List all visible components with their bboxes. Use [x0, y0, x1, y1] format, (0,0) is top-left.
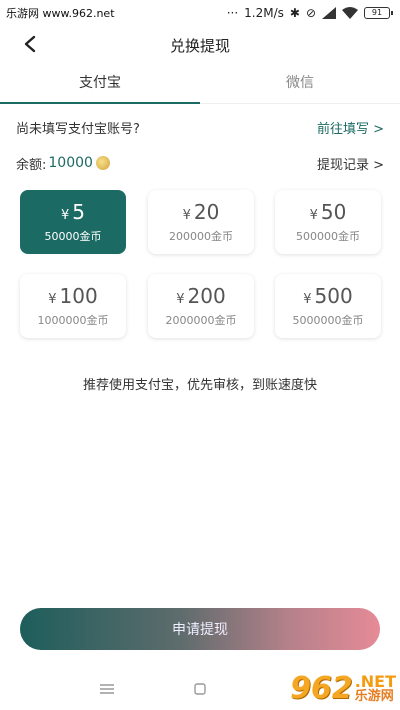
- amount-value: ¥50: [309, 200, 347, 224]
- coin-cost: 200000金币: [169, 230, 233, 243]
- amount-option-20[interactable]: ¥20 200000金币: [148, 190, 254, 254]
- mute-icon: ⊘: [305, 6, 316, 20]
- amount-option-500[interactable]: ¥500 5000000金币: [275, 274, 381, 338]
- amount-value: ¥20: [182, 200, 220, 224]
- amount-value: ¥200: [176, 284, 226, 308]
- amount-option-100[interactable]: ¥100 1000000金币: [20, 274, 126, 338]
- status-bar: 乐游网 www.962.net ··· 1.2M/s ✱ ⊘ 91: [0, 0, 400, 26]
- recommendation-hint: 推荐使用支付宝，优先审核，到账速度快: [82, 378, 317, 393]
- amount-option-50[interactable]: ¥50 500000金币: [275, 190, 381, 254]
- page-title: 兑换提现: [169, 36, 230, 55]
- coin-icon: [95, 156, 110, 170]
- fill-account-link[interactable]: 前往填写 >: [317, 118, 384, 137]
- status-icons: ··· 1.2M/s ✱ ⊘ 91: [226, 6, 393, 20]
- coin-cost: 2000000金币: [165, 314, 237, 327]
- watermark-text: 乐游网 www.962.net: [6, 7, 115, 20]
- tab-wechat[interactable]: 微信: [200, 64, 400, 103]
- home-nav-button[interactable]: [185, 679, 215, 699]
- dots-icon: ···: [226, 6, 239, 20]
- balance: 余额: 10000: [16, 154, 110, 173]
- amount-value: ¥5: [60, 200, 85, 224]
- menu-nav-button[interactable]: [92, 679, 122, 699]
- balance-label: 余额:: [16, 157, 47, 173]
- balance-row: 余额: 10000 提现记录 >: [0, 152, 400, 174]
- app-header: 兑换提现: [0, 26, 400, 64]
- apply-withdraw-button[interactable]: 申请提现: [20, 608, 380, 650]
- back-button[interactable]: [18, 32, 42, 56]
- site-watermark-logo: 962 .NET 乐游网: [290, 671, 396, 706]
- coin-cost: 50000金币: [44, 230, 102, 243]
- network-speed: 1.2M/s: [244, 6, 284, 20]
- battery-icon: 91: [364, 7, 393, 19]
- amount-value: ¥100: [48, 284, 98, 308]
- amount-option-200[interactable]: ¥200 2000000金币: [148, 274, 254, 338]
- coin-cost: 500000金币: [296, 230, 360, 243]
- coin-cost: 5000000金币: [292, 314, 364, 327]
- withdraw-records-link[interactable]: 提现记录 >: [317, 154, 384, 173]
- back-arrow-icon: [24, 35, 36, 53]
- amount-value: ¥500: [303, 284, 353, 308]
- account-prompt: 尚未填写支付宝账号?: [16, 121, 140, 137]
- tab-alipay[interactable]: 支付宝: [0, 64, 200, 104]
- amount-option-5[interactable]: ¥5 50000金币: [20, 190, 126, 254]
- bluetooth-icon: ✱: [289, 6, 300, 20]
- payment-tabs: 支付宝 微信: [0, 64, 400, 104]
- coin-cost: 1000000金币: [37, 314, 109, 327]
- wifi-icon: [342, 7, 358, 19]
- menu-icon: [99, 684, 114, 694]
- watermark-962: 962: [290, 671, 353, 706]
- home-square-icon: [194, 683, 206, 695]
- signal-icon: [322, 7, 336, 19]
- watermark-net: .NET 乐游网: [354, 671, 396, 704]
- account-row: 尚未填写支付宝账号? 前往填写 >: [0, 116, 400, 138]
- balance-value: 10000: [48, 155, 93, 171]
